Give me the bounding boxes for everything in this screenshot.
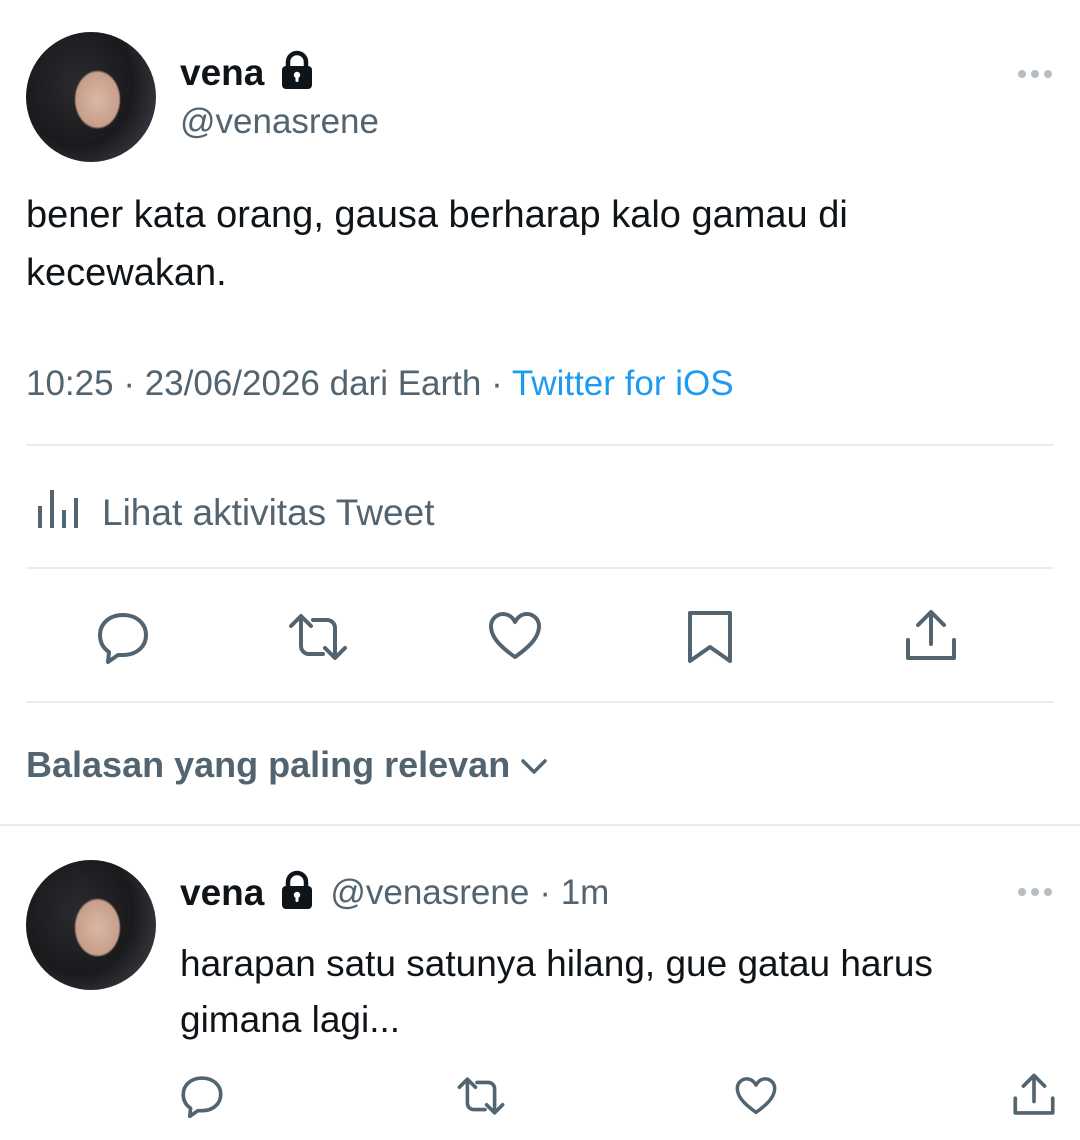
activity-label: Lihat aktivitas Tweet bbox=[102, 491, 435, 533]
tweet-meta: 10:25 · 23/06/2026 dari Earth · Twitter … bbox=[26, 364, 734, 404]
reply-sort-label: Balasan yang paling relevan bbox=[26, 744, 511, 785]
author-name-row: vena bbox=[180, 50, 316, 95]
share-upload-icon bbox=[906, 610, 956, 660]
share-upload-icon bbox=[1013, 1073, 1055, 1115]
meta-separator: · bbox=[123, 364, 145, 403]
avatar[interactable] bbox=[26, 32, 156, 162]
tweet-text: bener kata orang, gausa berharap kalo ga… bbox=[26, 194, 848, 294]
reply-button[interactable] bbox=[96, 610, 150, 664]
meta-separator: · bbox=[491, 364, 512, 403]
more-dots-icon[interactable] bbox=[1018, 70, 1052, 78]
share-button[interactable] bbox=[904, 608, 958, 664]
bookmark-icon bbox=[688, 611, 732, 663]
reply-reply-button[interactable] bbox=[180, 1074, 224, 1118]
lock-icon bbox=[278, 50, 316, 95]
reply-text: harapan satu satunya hilang, gue gatau h… bbox=[180, 943, 933, 1040]
like-button[interactable] bbox=[488, 611, 542, 661]
tweet-location: dari Earth bbox=[329, 364, 482, 403]
reply-retweet-button[interactable] bbox=[456, 1076, 506, 1116]
retweet-icon bbox=[289, 614, 347, 660]
reply-time[interactable]: · 1m bbox=[539, 873, 609, 913]
reply-avatar[interactable] bbox=[26, 860, 156, 990]
bar-chart-icon bbox=[36, 486, 80, 539]
divider bbox=[26, 567, 1054, 569]
reply-display-name[interactable]: vena bbox=[180, 872, 264, 914]
reply-bubble-icon bbox=[98, 613, 148, 664]
display-name[interactable]: vena bbox=[180, 52, 264, 94]
more-dots-icon[interactable] bbox=[1018, 888, 1052, 896]
divider bbox=[26, 444, 1054, 446]
bookmark-button[interactable] bbox=[686, 609, 734, 665]
reply-like-button[interactable] bbox=[735, 1076, 777, 1116]
divider bbox=[26, 701, 1054, 703]
divider bbox=[0, 824, 1080, 826]
chevron-down-icon bbox=[520, 744, 548, 786]
retweet-button[interactable] bbox=[287, 612, 349, 662]
reply-sort-button[interactable]: Balasan yang paling relevan bbox=[26, 744, 548, 786]
tweet-activity-link[interactable]: Lihat aktivitas Tweet bbox=[36, 486, 435, 539]
tweet-source-link[interactable]: Twitter for iOS bbox=[512, 364, 734, 403]
heart-icon bbox=[489, 612, 541, 659]
tweet-date[interactable]: 23/06/2026 bbox=[145, 364, 320, 403]
tweet-time[interactable]: 10:25 bbox=[26, 364, 114, 403]
heart-icon bbox=[735, 1077, 777, 1115]
reply-handle[interactable]: @venasrene bbox=[330, 873, 529, 913]
author-handle[interactable]: @venasrene bbox=[180, 102, 379, 142]
retweet-icon bbox=[457, 1077, 505, 1115]
lock-icon bbox=[278, 870, 316, 915]
reply-bubble-icon bbox=[181, 1076, 223, 1118]
reply-share-button[interactable] bbox=[1012, 1072, 1056, 1118]
reply-header: vena @venasrene · 1m bbox=[180, 870, 609, 915]
